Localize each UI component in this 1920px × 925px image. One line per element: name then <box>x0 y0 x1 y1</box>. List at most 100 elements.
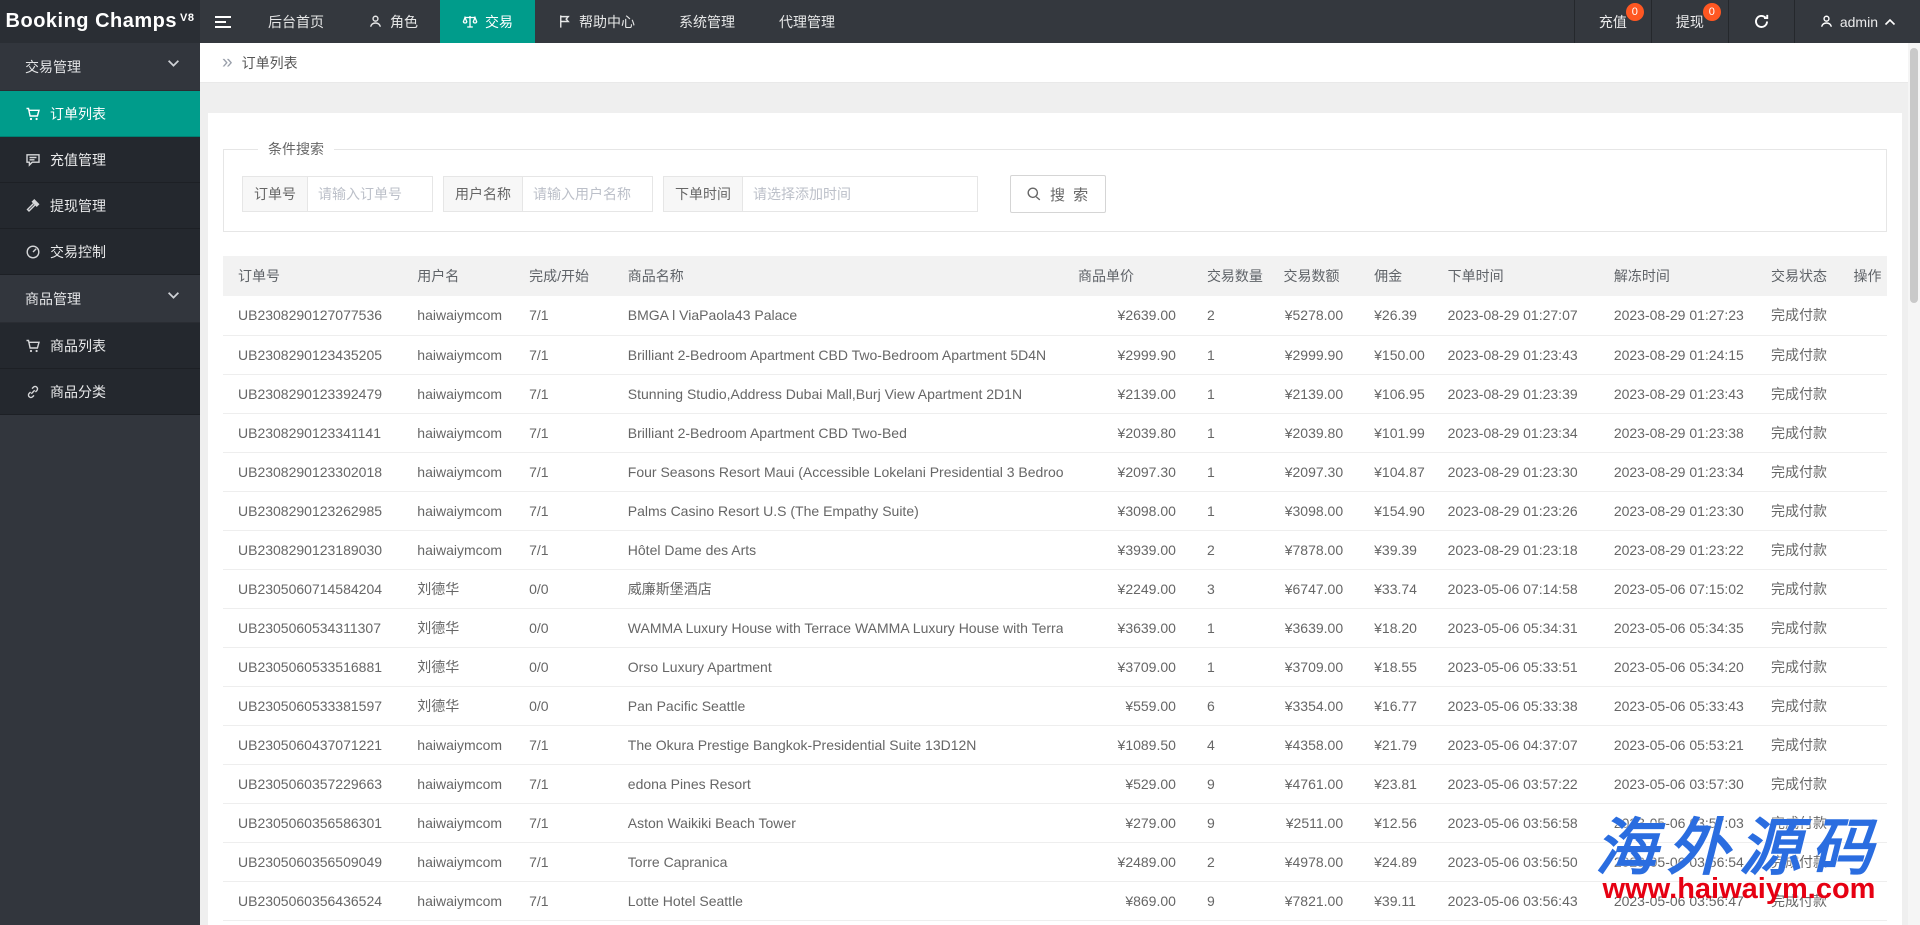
cell-unit-price: ¥559.00 <box>1063 686 1192 725</box>
cell-unfreeze-time: 2023-05-06 03:57:30 <box>1599 764 1756 803</box>
sidebar-item-order-list[interactable]: 订单列表 <box>0 91 200 137</box>
cell-product-name: edona Pines Resort <box>613 764 1063 803</box>
refresh-button[interactable] <box>1728 0 1794 43</box>
cell-commission: ¥16.77 <box>1359 686 1433 725</box>
cell-commission: ¥21.79 <box>1359 725 1433 764</box>
cell-done-start: 7/1 <box>514 452 613 491</box>
cell-action <box>1839 413 1887 452</box>
username-input[interactable] <box>523 176 653 212</box>
sidebar-item-trade-control[interactable]: 交易控制 <box>0 229 200 275</box>
cell-unit-price: ¥2639.00 <box>1063 296 1192 335</box>
cell-action <box>1839 686 1887 725</box>
scales-icon <box>462 14 478 30</box>
cell-commission: ¥18.48 <box>1359 920 1433 925</box>
cell-done-start: 7/1 <box>514 374 613 413</box>
cell-unit-price: ¥869.00 <box>1063 881 1192 920</box>
cell-order-no: UB2305060534311307 <box>223 608 402 647</box>
cell-commission: ¥23.81 <box>1359 764 1433 803</box>
flag-icon <box>557 14 572 29</box>
cell-commission: ¥106.95 <box>1359 374 1433 413</box>
cell-done-start: 7/1 <box>514 881 613 920</box>
vertical-scrollbar[interactable] <box>1908 43 1920 925</box>
nav-item-dashboard[interactable]: 后台首页 <box>246 0 346 43</box>
order-no-input[interactable] <box>308 176 433 212</box>
cell-done-start: 7/1 <box>514 530 613 569</box>
link-icon <box>25 384 41 400</box>
table-row: UB2305060714584204刘德华0/0威廉斯堡酒店¥2249.003¥… <box>223 569 1887 608</box>
cell-amount: ¥2139.00 <box>1268 374 1359 413</box>
cell-order-time: 2023-05-06 05:34:31 <box>1433 608 1599 647</box>
table-row: UB2308290127077536haiwaiymcom7/1BMGA l V… <box>223 296 1887 335</box>
cell-done-start: 7/1 <box>514 920 613 925</box>
cell-status: 完成付款 <box>1756 725 1839 764</box>
recharge-button[interactable]: 充值 0 <box>1574 0 1651 43</box>
order-time-field-label: 下单时间 <box>663 176 743 212</box>
sidebar-item-product-list[interactable]: 商品列表 <box>0 323 200 369</box>
orders-table-head-row: 订单号用户名完成/开始商品名称商品单价交易数量交易数额佣金下单时间解冻时间交易状… <box>223 256 1887 296</box>
sidebar-item-label: 充值管理 <box>50 150 106 170</box>
cell-order-time: 2023-08-29 01:23:39 <box>1433 374 1599 413</box>
cell-username: haiwaiymcom <box>402 764 514 803</box>
nav-item-agent-management[interactable]: 代理管理 <box>757 0 857 43</box>
cell-unfreeze-time: 2023-05-06 03:56:54 <box>1599 842 1756 881</box>
nav-item-system-management[interactable]: 系统管理 <box>657 0 757 43</box>
cell-order-no: UB2308290123302018 <box>223 452 402 491</box>
withdraw-button[interactable]: 提现 0 <box>1651 0 1728 43</box>
cell-commission: ¥154.90 <box>1359 491 1433 530</box>
cell-done-start: 0/0 <box>514 686 613 725</box>
cell-unit-price: ¥3939.00 <box>1063 530 1192 569</box>
cell-done-start: 7/1 <box>514 764 613 803</box>
sidebar-item-recharge-management[interactable]: 充值管理 <box>0 137 200 183</box>
sidebar-item-product-category[interactable]: 商品分类 <box>0 369 200 415</box>
cell-amount: ¥3354.00 <box>1268 686 1359 725</box>
cell-order-no: UB2305060356509049 <box>223 842 402 881</box>
cell-action <box>1839 608 1887 647</box>
main-content: 条件搜索 订单号 用户名称 下单时间 搜 索 <box>200 83 1920 925</box>
username-field-label: 用户名称 <box>443 176 523 212</box>
cell-username: haiwaiymcom <box>402 842 514 881</box>
sidebar-group-trade-management[interactable]: 交易管理 <box>0 43 200 91</box>
col-header-product-name: 商品名称 <box>613 256 1063 296</box>
search-button[interactable]: 搜 索 <box>1010 175 1106 213</box>
order-time-field-group: 下单时间 <box>663 176 978 212</box>
cell-order-no: UB2308290123435205 <box>223 335 402 374</box>
table-row: UB2305060534311307刘德华0/0WAMMA Luxury Hou… <box>223 608 1887 647</box>
chevron-down-icon <box>167 59 180 68</box>
cell-product-name: Aston Waikiki Beach Tower <box>613 803 1063 842</box>
cell-commission: ¥39.11 <box>1359 881 1433 920</box>
cell-product-name: 威廉斯堡酒店 <box>613 569 1063 608</box>
nav-item-help-center[interactable]: 帮助中心 <box>535 0 657 43</box>
user-menu[interactable]: admin <box>1794 0 1920 43</box>
cell-commission: ¥24.89 <box>1359 842 1433 881</box>
order-no-field-group: 订单号 <box>242 176 433 212</box>
order-time-input[interactable] <box>743 176 978 212</box>
cell-status: 完成付款 <box>1756 413 1839 452</box>
nav-item-trade[interactable]: 交易 <box>440 0 535 43</box>
cell-order-no: UB2308290127077536 <box>223 296 402 335</box>
sidebar-item-label: 提现管理 <box>50 196 106 216</box>
sidebar-toggle-button[interactable] <box>200 0 246 43</box>
cell-quantity: 9 <box>1192 803 1269 842</box>
cell-unfreeze-time: 2023-08-29 01:23:22 <box>1599 530 1756 569</box>
person-icon <box>368 14 383 29</box>
gauge-icon <box>25 244 41 260</box>
brand-logo: Booking Champs V8 <box>0 0 200 43</box>
cell-product-name: Four Seasons Resort Maui (Accessible Lok… <box>613 452 1063 491</box>
nav-item-roles[interactable]: 角色 <box>346 0 440 43</box>
cell-order-time: 2023-08-29 01:23:26 <box>1433 491 1599 530</box>
col-header-action: 操作 <box>1839 256 1887 296</box>
cell-unfreeze-time: 2023-05-06 03:56:47 <box>1599 881 1756 920</box>
cell-action <box>1839 569 1887 608</box>
cart-icon <box>25 106 41 122</box>
sidebar-item-withdraw-management[interactable]: 提现管理 <box>0 183 200 229</box>
cell-amount: ¥3639.00 <box>1268 608 1359 647</box>
sidebar-group-product-management[interactable]: 商品管理 <box>0 275 200 323</box>
cell-order-time: 2023-08-29 01:27:07 <box>1433 296 1599 335</box>
cell-commission: ¥18.20 <box>1359 608 1433 647</box>
cell-status: 完成付款 <box>1756 491 1839 530</box>
cell-order-time: 2023-05-06 05:33:38 <box>1433 686 1599 725</box>
scrollbar-thumb[interactable] <box>1910 48 1918 303</box>
col-header-done-start: 完成/开始 <box>514 256 613 296</box>
orders-card: 条件搜索 订单号 用户名称 下单时间 搜 索 <box>208 113 1902 925</box>
cell-order-no: UB2305060357229663 <box>223 764 402 803</box>
